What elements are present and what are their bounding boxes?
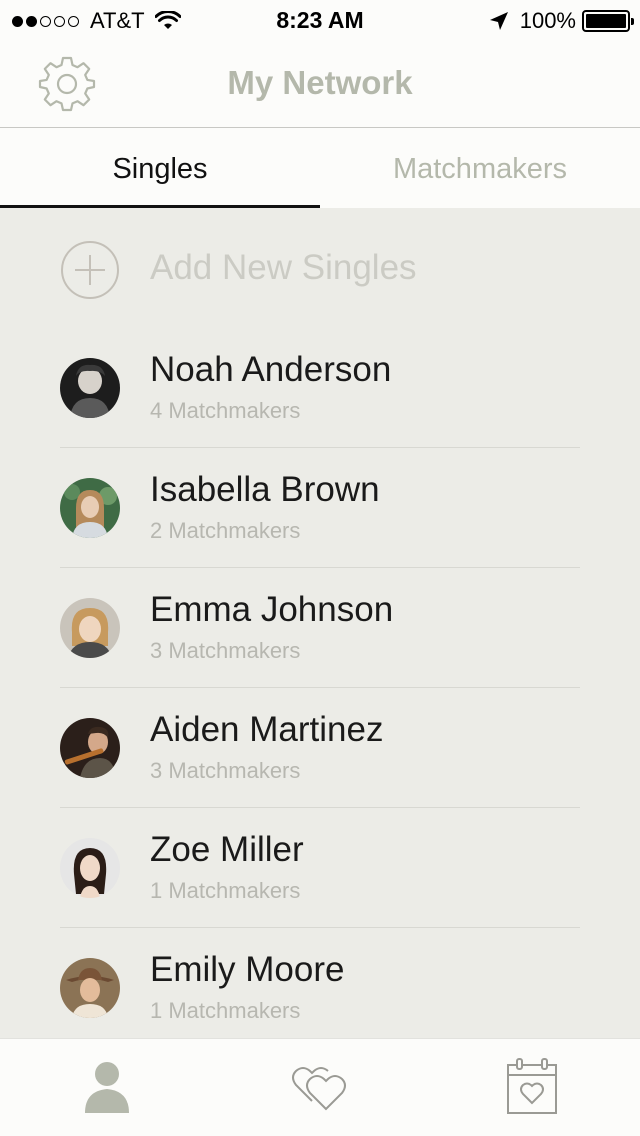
list-item[interactable]: Noah Anderson 4 Matchmakers bbox=[0, 328, 640, 448]
person-matchmakers-count: 1 Matchmakers bbox=[150, 998, 301, 1023]
avatar bbox=[60, 598, 120, 658]
plus-circle-icon bbox=[61, 241, 119, 299]
avatar bbox=[60, 358, 120, 418]
singles-list-content: Add New Singles Noah Anderson 4 Matchmak… bbox=[0, 208, 640, 1038]
calendar-heart-icon[interactable] bbox=[500, 1057, 564, 1117]
person-matchmakers-count: 3 Matchmakers bbox=[150, 638, 301, 663]
add-new-singles-label: Add New Singles bbox=[150, 248, 417, 287]
person-name: Noah Anderson bbox=[150, 350, 392, 389]
status-bar: AT&T 8:23 AM 100% bbox=[0, 0, 640, 40]
person-matchmakers-count: 3 Matchmakers bbox=[150, 758, 301, 783]
avatar bbox=[60, 838, 120, 898]
list-item[interactable]: Emma Johnson 3 Matchmakers bbox=[0, 568, 640, 688]
status-right: 100% bbox=[488, 8, 634, 34]
avatar bbox=[60, 958, 120, 1018]
person-name: Emily Moore bbox=[150, 950, 345, 989]
battery-icon bbox=[582, 10, 634, 32]
list-item[interactable]: Zoe Miller 1 Matchmakers bbox=[0, 808, 640, 928]
list-item[interactable]: Isabella Brown 2 Matchmakers bbox=[0, 448, 640, 568]
list-item[interactable]: Emily Moore 1 Matchmakers bbox=[0, 928, 640, 1038]
location-arrow-icon bbox=[489, 12, 508, 30]
list-item[interactable]: Aiden Martinez 3 Matchmakers bbox=[0, 688, 640, 808]
people-list: Noah Anderson 4 Matchmakers Isabella Bro… bbox=[0, 328, 640, 1038]
person-name: Zoe Miller bbox=[150, 830, 304, 869]
add-new-singles-button[interactable]: Add New Singles bbox=[0, 238, 640, 300]
avatar bbox=[60, 718, 120, 778]
person-matchmakers-count: 2 Matchmakers bbox=[150, 518, 301, 543]
person-matchmakers-count: 1 Matchmakers bbox=[150, 878, 301, 903]
nav-bar: My Network bbox=[0, 40, 640, 128]
person-name: Isabella Brown bbox=[150, 470, 380, 509]
bottom-tab-bar bbox=[0, 1038, 640, 1136]
person-name: Emma Johnson bbox=[150, 590, 394, 629]
person-icon[interactable] bbox=[75, 1057, 139, 1117]
tab-singles[interactable]: Singles bbox=[0, 129, 320, 208]
tab-matchmakers[interactable]: Matchmakers bbox=[320, 129, 640, 208]
avatar bbox=[60, 478, 120, 538]
page-title: My Network bbox=[227, 64, 413, 101]
person-matchmakers-count: 4 Matchmakers bbox=[150, 398, 301, 423]
battery-percent: 100% bbox=[519, 8, 576, 33]
person-name: Aiden Martinez bbox=[150, 710, 384, 749]
segment-tabs: Singles Matchmakers bbox=[0, 129, 640, 208]
hearts-icon[interactable] bbox=[288, 1057, 352, 1117]
